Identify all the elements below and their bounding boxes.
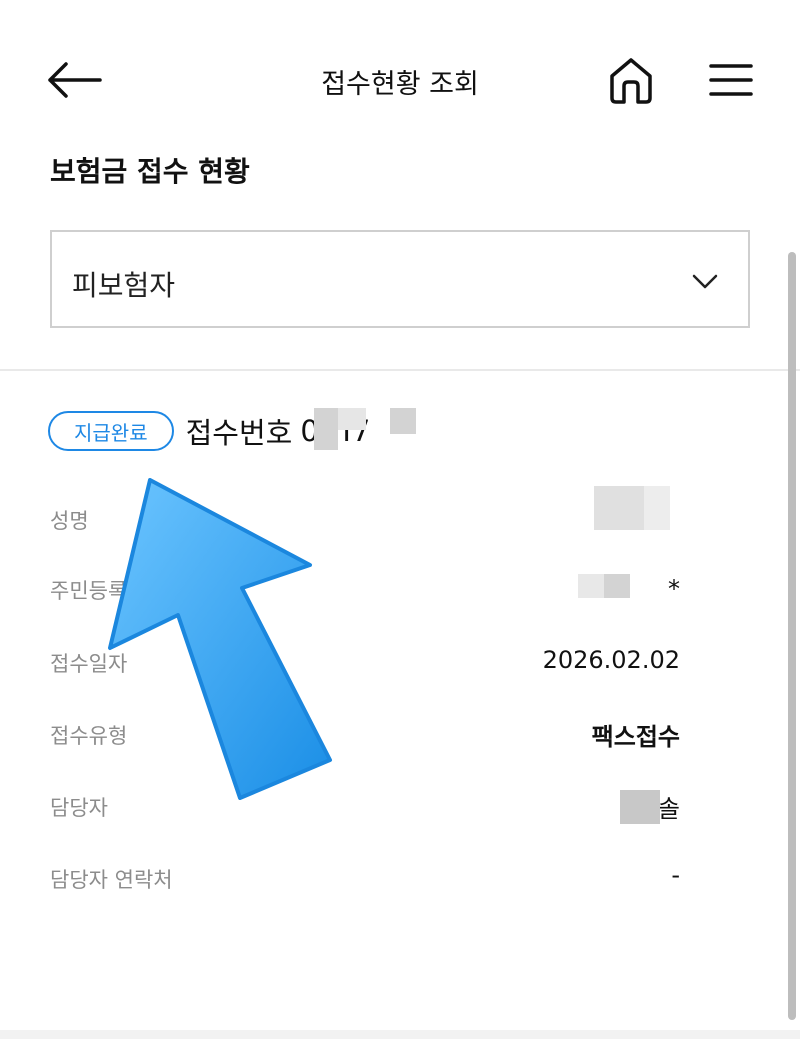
privacy-mask [390, 408, 416, 434]
annotation-arrow-icon [108, 478, 332, 800]
insured-select[interactable]: 피보험자 [50, 230, 750, 328]
privacy-mask [594, 486, 644, 530]
hamburger-menu-icon [709, 64, 753, 96]
privacy-mask [620, 790, 660, 824]
privacy-mask [314, 408, 338, 450]
privacy-mask [578, 574, 604, 598]
scrollbar[interactable] [788, 252, 796, 1020]
privacy-mask [604, 574, 630, 598]
chevron-down-icon [692, 274, 718, 289]
section-divider [0, 369, 800, 371]
app-header: 접수현황 조회 [0, 0, 800, 160]
bottom-bar [0, 1030, 800, 1039]
home-button[interactable] [604, 54, 658, 106]
status-badge: 지급완료 [48, 411, 174, 451]
privacy-mask [644, 486, 670, 530]
select-value: 피보험자 [72, 269, 176, 302]
row-value-receipt-date: 2026.02.02 [542, 646, 680, 674]
section-title: 보험금 접수 현황 [50, 155, 250, 188]
privacy-mask [338, 408, 366, 430]
row-value-receipt-type: 팩스접수 [591, 723, 680, 751]
receipt-number-label: 접수번호 [185, 416, 293, 450]
page-title: 접수현황 조회 [321, 69, 479, 100]
menu-button[interactable] [708, 60, 754, 100]
row-value-resident-number: * [668, 575, 680, 603]
row-label-name: 성명 [50, 509, 89, 533]
row-value-manager-contact: - [671, 861, 680, 889]
home-icon [610, 58, 652, 104]
row-label-manager-contact: 담당자 연락처 [50, 868, 173, 892]
